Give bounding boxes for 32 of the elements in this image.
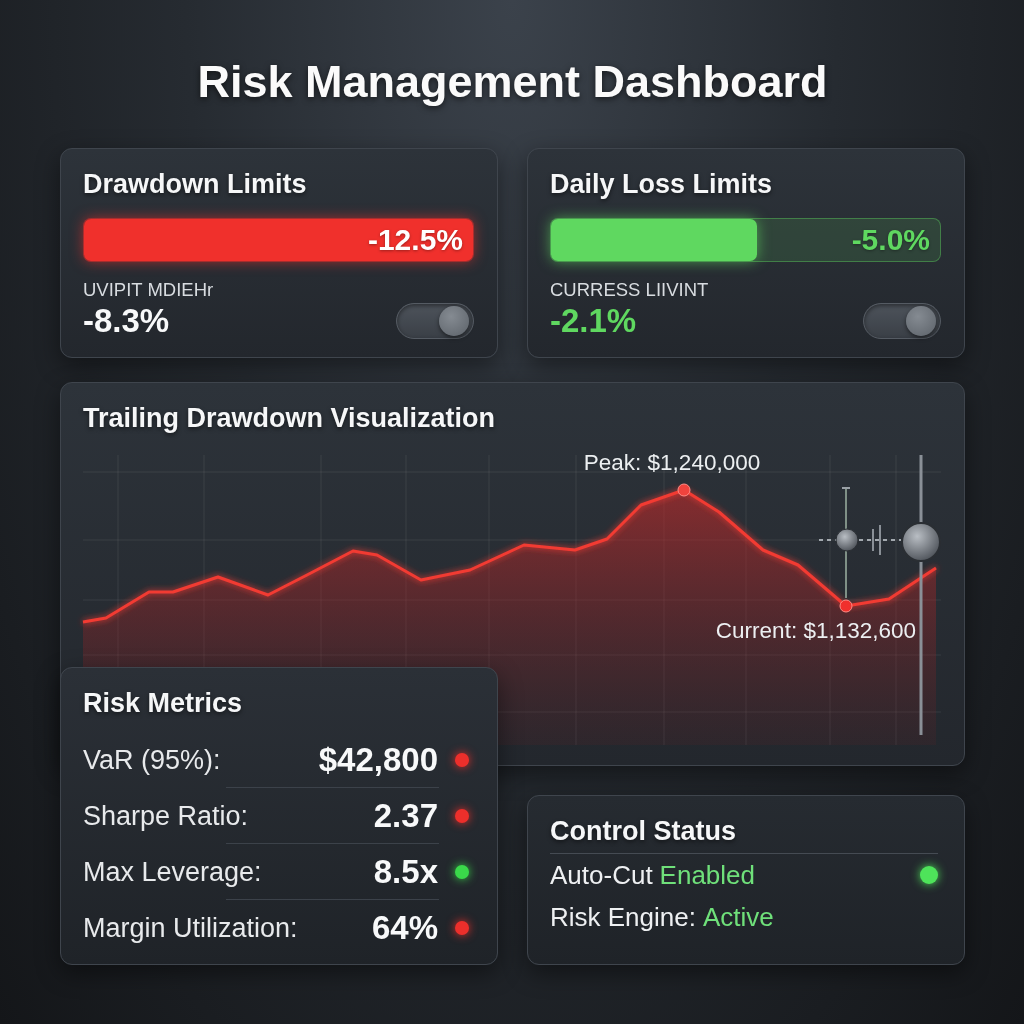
limit-reading: -5.0% (851, 222, 930, 258)
peak-marker-icon (677, 483, 691, 497)
metric-label: Margin Utilization: (83, 912, 298, 944)
dashboard-title: Risk Management Dashboard (197, 57, 828, 107)
metric-value: $42,800 (318, 741, 438, 779)
current-value: -2.1% (550, 303, 637, 339)
metric-label: Sharpe Ratio: (83, 800, 249, 832)
status-label: Auto-Cut (550, 859, 653, 891)
grip-lines-icon (872, 524, 881, 556)
metric-value: 2.37 (373, 797, 438, 835)
card-title: Risk Metrics (83, 687, 243, 719)
status-value: Enabled (659, 859, 756, 891)
peak-label: Peak: $1,240,000 (583, 450, 761, 475)
toggle-switch[interactable] (396, 303, 474, 339)
card-title: Daily Loss Limits (550, 168, 773, 200)
card-title: Trailing Drawdown Visualization (83, 402, 496, 434)
current-label: UVIPIT MDIEHr (83, 279, 214, 300)
metric-label: Max Leverage: (83, 856, 262, 888)
metric-label: VaR (95%): (83, 744, 221, 776)
current-label: Current: $1,132,600 (715, 618, 916, 643)
toggle-switch[interactable] (863, 303, 941, 339)
status-value: Active (702, 901, 774, 933)
drag-handle[interactable] (835, 487, 859, 599)
limit-reading: -12.5% (367, 222, 463, 258)
status-label: Risk Engine: (550, 901, 696, 933)
metric-value: 64% (371, 909, 438, 947)
current-marker-icon (839, 599, 853, 613)
card-title: Control Status (550, 815, 736, 847)
card-title: Drawdown Limits (83, 168, 307, 200)
metric-value: 8.5x (373, 853, 438, 891)
current-value: -8.3% (83, 303, 170, 339)
current-label: CURRESS LIIVINT (550, 279, 709, 300)
